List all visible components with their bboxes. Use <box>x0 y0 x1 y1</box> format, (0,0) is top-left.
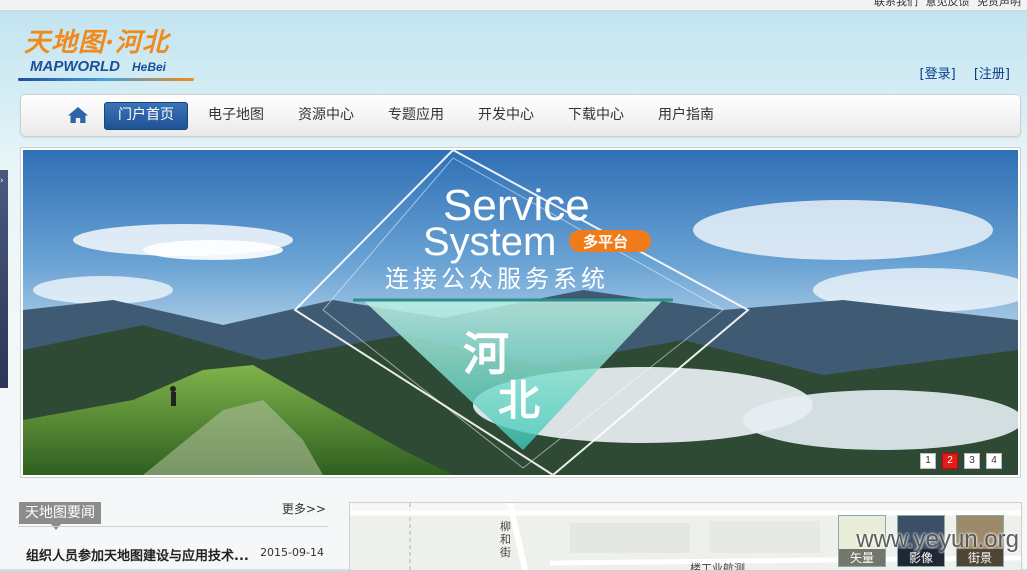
home-icon[interactable] <box>67 106 89 124</box>
logo-chinese-text: 天地图·河北 <box>24 28 170 58</box>
top-links: 联系我们 意见反馈 免责声明 <box>870 0 1021 9</box>
watermark-text: www.yeyun.org <box>856 526 1019 553</box>
news-item-title[interactable]: 组织人员参加天地图建设与应用技术... <box>26 549 249 564</box>
news-header: 天地图要闻 更多>> <box>18 500 328 530</box>
top-bar: 联系我们 意见反馈 免责声明 <box>0 0 1027 11</box>
nav-item-electronic-map[interactable]: 电子地图 <box>195 102 277 128</box>
nav-item-portal-home[interactable]: 门户首页 <box>104 102 188 130</box>
map-label-3: 街 <box>500 546 511 559</box>
logo-hebei: HeBei <box>132 60 167 74</box>
logo-swoosh <box>18 78 194 81</box>
nav-item-download-center[interactable]: 下载中心 <box>555 102 637 128</box>
banner-page-3[interactable]: 3 <box>964 453 980 469</box>
logo-english-text: MAPWORLD HeBei <box>30 58 166 75</box>
nav-item-resource-center[interactable]: 资源中心 <box>285 102 367 128</box>
disclaimer-link[interactable]: 免责声明 <box>977 0 1021 8</box>
feedback-link[interactable]: 意见反馈 <box>926 0 970 8</box>
banner-page-4[interactable]: 4 <box>986 453 1002 469</box>
main-nav: 门户首页 电子地图 资源中心 专题应用 开发中心 下载中心 用户指南 <box>20 94 1021 137</box>
logo-mapworld: MAPWORLD <box>30 58 120 75</box>
banner-subtitle: 连接公众服务系统 <box>385 265 609 293</box>
banner-line2: System <box>423 220 556 264</box>
banner-page-2[interactable]: 2 <box>942 453 958 469</box>
banner-image: Service System 多平台 连接公众服务系统 河 北 <box>23 150 1018 475</box>
news-divider <box>18 526 328 527</box>
auth-links: [登录] [注册] <box>906 63 1010 82</box>
side-float-tab[interactable]: › <box>0 170 8 388</box>
banner-center-text-1: 河 <box>463 327 509 381</box>
banner-center-text-2: 北 <box>498 376 540 425</box>
register-link[interactable]: [注册] <box>974 67 1010 82</box>
nav-item-thematic-apps[interactable]: 专题应用 <box>375 102 457 128</box>
news-list-item[interactable]: 组织人员参加天地图建设与应用技术... 2015-09-14 <box>26 545 326 564</box>
nav-item-user-guide[interactable]: 用户指南 <box>645 102 727 128</box>
site-logo[interactable]: 天地图·河北 MAPWORLD HeBei <box>18 22 198 84</box>
news-item-date: 2015-09-14 <box>260 546 324 559</box>
banner-pager: 1234 <box>914 452 1002 469</box>
news-section-title: 天地图要闻 <box>19 502 101 530</box>
map-label-4: 楼工业航测 <box>690 562 745 571</box>
news-more-link[interactable]: 更多>> <box>282 500 326 517</box>
banner-page-1[interactable]: 1 <box>920 453 936 469</box>
banner-slideshow[interactable]: Service System 多平台 连接公众服务系统 河 北 1234 <box>20 147 1021 478</box>
banner-badge: 多平台 <box>583 233 628 251</box>
contact-link[interactable]: 联系我们 <box>874 0 918 8</box>
login-link[interactable]: [登录] <box>920 67 956 82</box>
nav-item-dev-center[interactable]: 开发中心 <box>465 102 547 128</box>
